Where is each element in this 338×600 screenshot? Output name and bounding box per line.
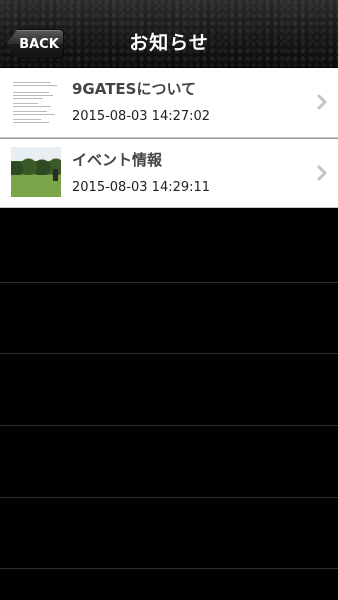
list-item-title: 9GATESについて: [72, 80, 197, 98]
chevron-right-icon: [317, 94, 327, 110]
list-item[interactable]: イベント情報 2015-08-03 14:29:11: [0, 138, 338, 208]
golf-course-thumbnail-icon: [11, 147, 61, 197]
row-separator: [0, 568, 338, 569]
navigation-bar: BACK お知らせ: [0, 0, 338, 68]
document-thumbnail-icon: [11, 76, 61, 126]
page-title: お知らせ: [129, 32, 209, 54]
list-item-title: イベント情報: [72, 151, 163, 169]
news-list: 9GATESについて 2015-08-03 14:27:02 イベント情報 20…: [0, 68, 338, 208]
chevron-right-icon: [317, 165, 327, 181]
row-separator: [0, 425, 338, 426]
row-separator: [0, 353, 338, 354]
list-item-date: 2015-08-03 14:27:02: [72, 109, 211, 124]
row-separator: [0, 497, 338, 498]
list-item[interactable]: 9GATESについて 2015-08-03 14:27:02: [0, 68, 338, 138]
empty-list-area: [0, 210, 338, 600]
list-item-date: 2015-08-03 14:29:11: [72, 180, 211, 195]
row-separator: [0, 282, 338, 283]
